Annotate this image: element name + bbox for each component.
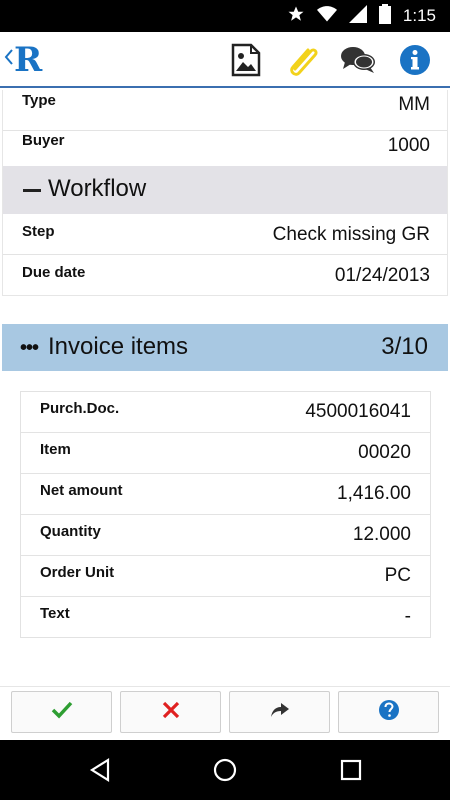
help-icon: [378, 699, 400, 726]
back-chevron-icon[interactable]: [4, 46, 14, 68]
row-value: 12.000: [352, 524, 411, 545]
item-row-net-amount: Net amount 1,416.00: [21, 474, 430, 515]
row-value: 01/24/2013: [334, 265, 430, 286]
row-value: MM: [398, 94, 430, 115]
detail-row-buyer: Buyer 1000: [3, 126, 447, 167]
approve-button[interactable]: [11, 691, 112, 733]
row-label: Order Unit: [40, 564, 115, 581]
workflow-row-due-date: Due date 01/24/2013: [3, 255, 447, 296]
more-dots-icon[interactable]: •••: [20, 337, 39, 360]
row-label: Item: [40, 441, 71, 458]
row-value: -: [404, 606, 411, 627]
item-row-purch-doc: Purch.Doc. 4500016041: [21, 392, 430, 433]
item-counter: 3/10: [381, 333, 428, 360]
item-row-quantity: Quantity 12.000: [21, 515, 430, 556]
row-value: PC: [384, 565, 411, 586]
star-icon: [287, 5, 305, 28]
info-icon[interactable]: [397, 42, 433, 78]
approve-check-icon: [51, 701, 73, 724]
status-time: 1:15: [402, 6, 436, 25]
system-nav-bar: [0, 740, 450, 800]
row-label: Purch.Doc.: [40, 400, 120, 417]
row-label: Text: [40, 605, 70, 622]
row-label: Quantity: [40, 523, 101, 540]
row-label: Step: [22, 223, 55, 240]
reject-x-icon: [161, 700, 181, 725]
item-row-order-unit: Order Unit PC: [21, 556, 430, 597]
wifi-icon: [316, 5, 337, 28]
paperclip-icon[interactable]: [285, 42, 321, 78]
back-triangle-icon[interactable]: [87, 757, 113, 783]
row-label: Due date: [22, 264, 86, 281]
reject-button[interactable]: [120, 691, 221, 733]
invoice-item-panel: Purch.Doc. 4500016041 Item 00020 Net amo…: [20, 391, 431, 638]
collapse-icon[interactable]: [23, 189, 41, 192]
workflow-row-step: Step Check missing GR: [3, 214, 447, 255]
section-title: Workflow: [48, 175, 147, 202]
workflow-section-header[interactable]: Workflow: [3, 166, 447, 214]
item-row-text: Text -: [21, 597, 430, 638]
item-row-item: Item 00020: [21, 433, 430, 474]
row-value: 1000: [387, 135, 430, 156]
details-panel: Type MM Buyer 1000 Workflow Step Check m…: [2, 90, 448, 296]
row-value: 4500016041: [305, 401, 411, 422]
content-area[interactable]: Type MM Buyer 1000 Workflow Step Check m…: [0, 90, 450, 686]
detail-row-type: Type MM: [3, 90, 447, 131]
row-value: Check missing GR: [272, 224, 430, 245]
battery-icon: [378, 3, 391, 29]
section-title: Invoice items: [48, 333, 189, 360]
action-bar: [0, 686, 450, 740]
row-value: 1,416.00: [337, 483, 411, 504]
row-label: Net amount: [40, 482, 123, 499]
status-bar: 1:15: [0, 0, 450, 32]
row-value: 00020: [358, 442, 411, 463]
app-logo[interactable]: R: [14, 40, 42, 80]
forward-icon: [270, 702, 290, 723]
row-label: Buyer: [22, 132, 65, 149]
signal-icon: [348, 4, 367, 28]
forward-button[interactable]: [229, 691, 330, 733]
app-header: R: [0, 32, 450, 88]
invoice-items-header[interactable]: ••• Invoice items 3/10: [2, 324, 448, 371]
row-label: Type: [22, 92, 56, 109]
chat-icon[interactable]: [340, 42, 376, 78]
image-icon[interactable]: [228, 42, 264, 78]
home-circle-icon[interactable]: [212, 757, 238, 783]
help-button[interactable]: [338, 691, 439, 733]
recents-square-icon[interactable]: [338, 757, 364, 783]
